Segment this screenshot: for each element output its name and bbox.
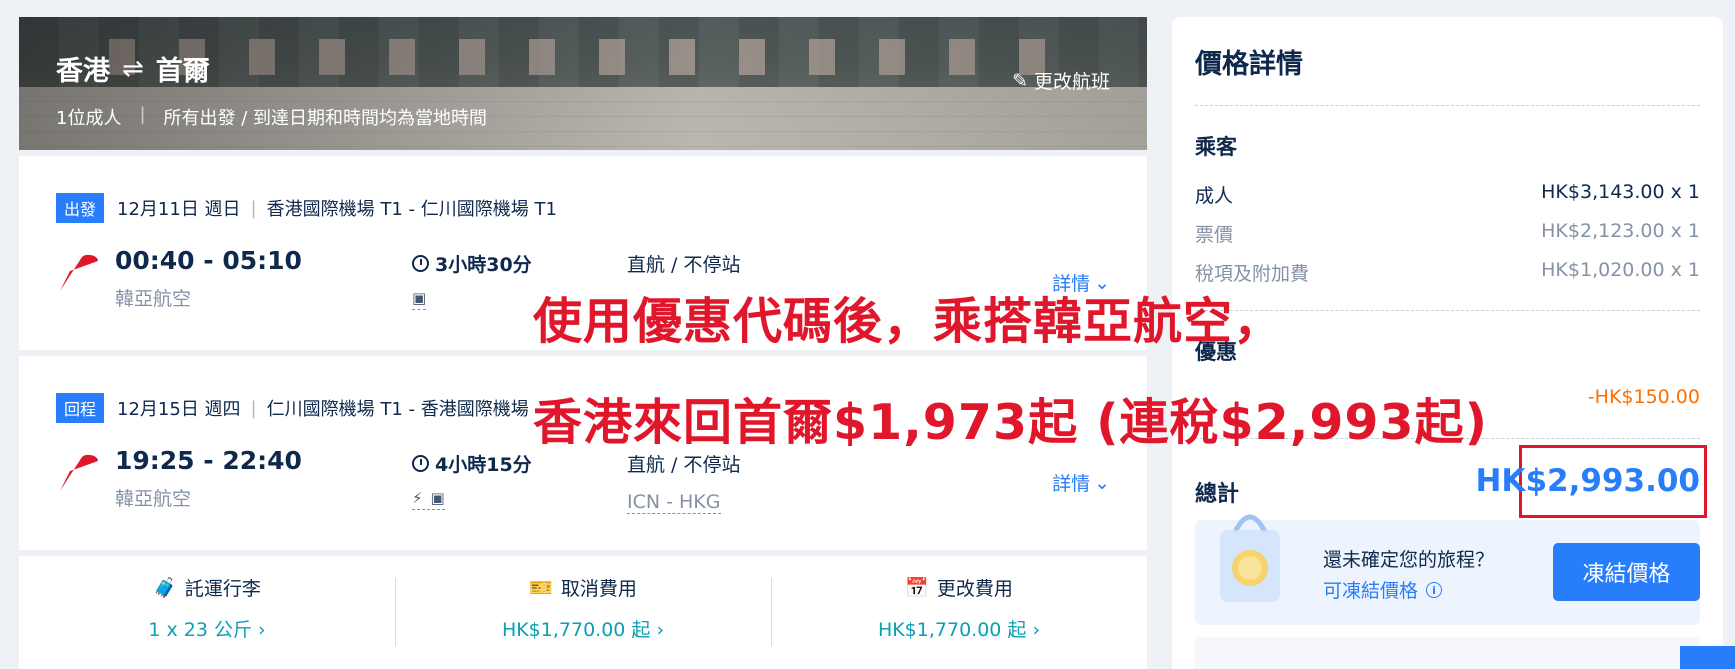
price-freeze-banner: 還未確定您的旅程？ 可凍結價格 i 凍結價格: [1195, 514, 1700, 625]
entertainment-icon: ▣: [430, 489, 445, 507]
return-airline: 韓亞航空: [115, 488, 192, 510]
freeze-link-label: 可凍結價格: [1323, 580, 1419, 602]
route-title: 香港 ⇌ 首爾: [56, 49, 210, 88]
power-icon: ⚡: [412, 489, 423, 507]
timezone-note: 所有出發 / 到達日期和時間均為當地時間: [163, 108, 488, 129]
change-fee[interactable]: 📅 更改費用 HK$1,770.00 起 ›: [771, 574, 1147, 642]
details-label: 詳情: [1052, 473, 1091, 495]
change-title: 更改費用: [936, 578, 1013, 600]
divider: [1195, 105, 1700, 106]
edit-icon: ✎: [1012, 69, 1028, 92]
trip-subtitle: 1位成人 | 所有出發 / 到達日期和時間均為當地時間: [56, 104, 487, 130]
trip-banner: 香港 ⇌ 首爾 1位成人 | 所有出發 / 到達日期和時間均為當地時間 ✎ 更改…: [19, 17, 1147, 150]
return-date: 12月15日 週四: [117, 399, 241, 420]
adult-value: HK$3,143.00 x 1: [1541, 181, 1700, 203]
return-route: 仁川國際機場 T1 - 香港國際機場: [266, 399, 529, 420]
freeze-price-link[interactable]: 可凍結價格 i: [1323, 576, 1443, 603]
origin-city: 香港: [56, 56, 110, 87]
fare-value: HK$2,123.00 x 1: [1541, 220, 1700, 242]
outbound-stops: 直航 / 不停站: [627, 254, 741, 276]
clock-icon: [412, 455, 429, 472]
divider: |: [139, 104, 146, 125]
fare-row: 票價 HK$2,123.00 x 1: [1195, 220, 1700, 247]
adult-label: 成人: [1195, 185, 1234, 207]
cancellation-value: HK$1,770.00 起: [501, 619, 651, 641]
return-amenities[interactable]: ⚡ ▣: [412, 489, 445, 510]
return-stops: 直航 / 不停站: [627, 454, 741, 476]
outbound-airline: 韓亞航空: [115, 288, 192, 310]
outbound-badge: 出發: [56, 193, 105, 223]
promo-overlay-line-1: 使用優惠代碼後，乘搭韓亞航空，: [533, 293, 1284, 350]
return-duration: 4小時15分: [412, 450, 532, 477]
cancellation-title: 取消費用: [560, 578, 637, 600]
outbound-times: 00:40 - 05:10: [115, 246, 302, 275]
outbound-duration: 3小時30分: [412, 250, 532, 277]
outbound-route: 香港國際機場 T1 - 仁川國際機場 T1: [266, 199, 557, 220]
baggage-value: 1 x 23 公斤: [148, 619, 252, 641]
floating-action-partial[interactable]: [1680, 646, 1735, 669]
return-airports[interactable]: ICN - HKG: [627, 491, 721, 514]
freeze-price-button[interactable]: 凍結價格: [1553, 543, 1700, 601]
return-details-link[interactable]: 詳情 ⌄: [1052, 469, 1110, 496]
change-value: HK$1,770.00 起: [877, 619, 1027, 641]
price-details-title: 價格詳情: [1195, 49, 1303, 80]
asiana-logo-icon: [60, 454, 98, 491]
passenger-count: 1位成人: [56, 108, 122, 129]
change-flight-link[interactable]: ✎ 更改航班: [1012, 67, 1110, 94]
price-lock-bag-icon: [1220, 514, 1280, 602]
promo-overlay-line-2: 香港來回首爾$1,973起 (連稅$2,993起): [533, 394, 1489, 451]
adult-row: 成人 HK$3,143.00 x 1: [1195, 181, 1700, 208]
info-icon[interactable]: i: [1426, 581, 1443, 598]
baggage-title: 託運行李: [184, 578, 261, 600]
next-section-partial: [1195, 637, 1700, 669]
cancellation-fee[interactable]: 🎫 取消費用 HK$1,770.00 起 ›: [395, 574, 771, 642]
change-flight-label: 更改航班: [1033, 71, 1110, 93]
luggage-icon: 🧳: [153, 577, 177, 599]
calendar-icon: 📅: [905, 577, 929, 599]
clock-icon: [412, 255, 429, 272]
outbound-header: 出發 12月11日 週日 | 香港國際機場 T1 - 仁川國際機場 T1: [56, 193, 557, 223]
fare-label: 票價: [1195, 224, 1234, 246]
fees-card: 🧳 託運行李 1 x 23 公斤 › 🎫 取消費用 HK$1,770.00 起 › …: [19, 556, 1147, 669]
freeze-question: 還未確定您的旅程？: [1323, 549, 1495, 571]
return-header: 回程 12月15日 週四 | 仁川國際機場 T1 - 香港國際機場: [56, 393, 529, 423]
return-times: 19:25 - 22:40: [115, 446, 302, 475]
outbound-amenities[interactable]: ▣: [412, 289, 427, 310]
entertainment-icon: ▣: [412, 289, 427, 307]
swap-arrows-icon: ⇌: [122, 53, 144, 84]
baggage-fee[interactable]: 🧳 託運行李 1 x 23 公斤 ›: [19, 574, 395, 642]
destination-city: 首爾: [155, 56, 210, 87]
total-amount: HK$2,993.00: [1475, 463, 1700, 499]
discount-value: -HK$150.00: [1587, 386, 1700, 408]
return-duration-text: 4小時15分: [435, 454, 532, 476]
asiana-logo-icon: [60, 254, 98, 291]
passengers-heading: 乘客: [1195, 135, 1237, 159]
ticket-icon: 🎫: [529, 577, 553, 599]
outbound-duration-text: 3小時30分: [435, 254, 532, 276]
chevron-down-icon: ⌄: [1094, 471, 1110, 494]
outbound-date: 12月11日 週日: [117, 199, 241, 220]
tax-value: HK$1,020.00 x 1: [1541, 259, 1700, 281]
return-badge: 回程: [56, 393, 105, 423]
